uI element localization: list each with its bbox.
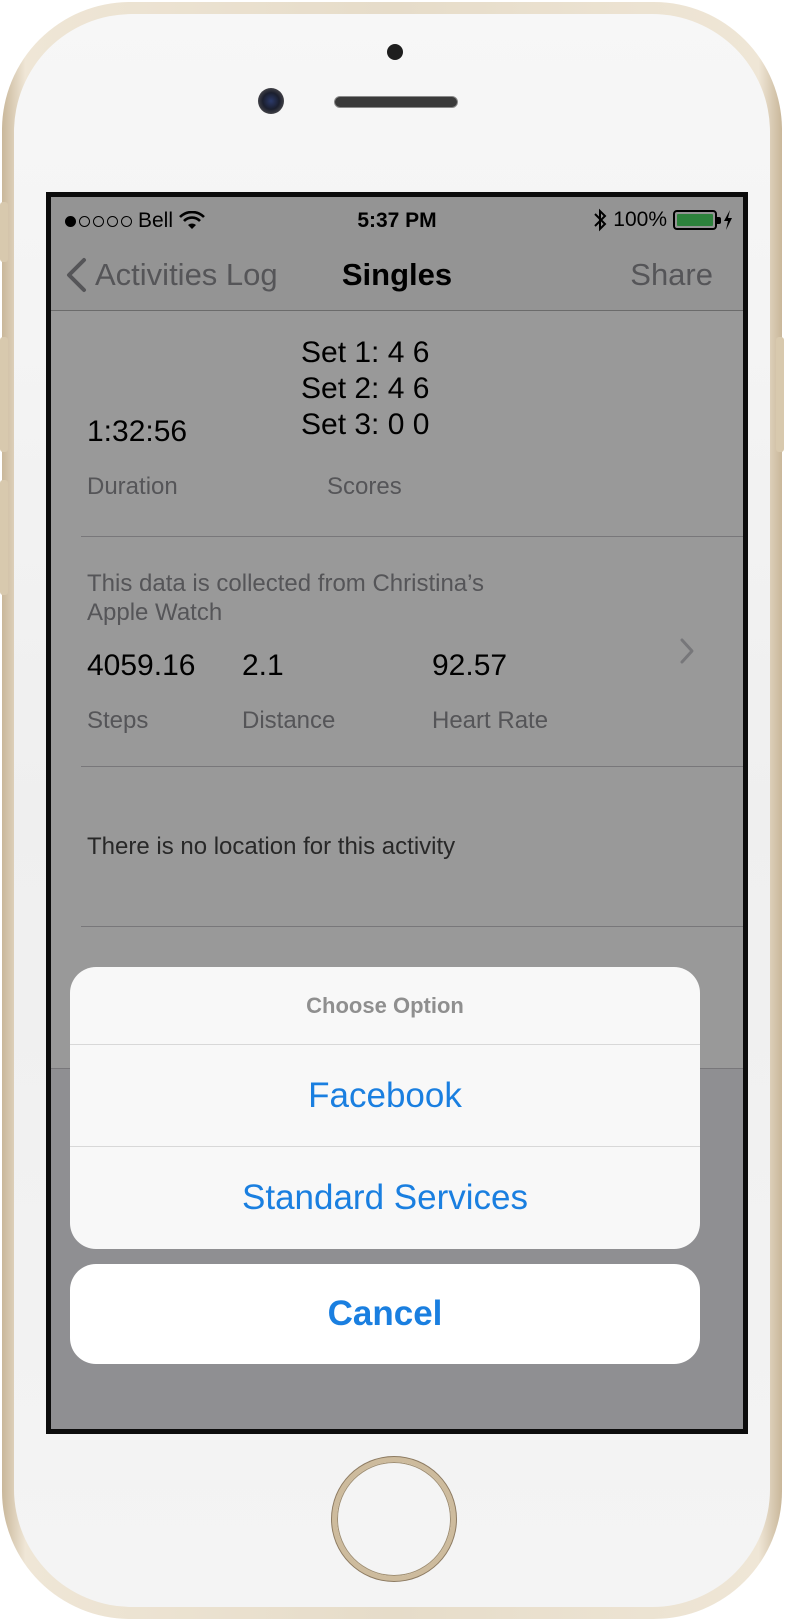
proximity-sensor bbox=[387, 44, 403, 60]
cancel-button[interactable]: Cancel bbox=[70, 1264, 700, 1364]
earpiece-speaker bbox=[334, 96, 458, 108]
screen-content: Bell 5:37 PM 100% Activities Log Singles… bbox=[51, 197, 743, 1429]
power-button bbox=[776, 337, 784, 452]
volume-up-button bbox=[0, 337, 8, 452]
home-button[interactable] bbox=[332, 1457, 456, 1581]
front-camera bbox=[258, 88, 284, 114]
facebook-option-button[interactable]: Facebook bbox=[70, 1045, 700, 1147]
volume-down-button bbox=[0, 480, 8, 595]
standard-services-option-button[interactable]: Standard Services bbox=[70, 1147, 700, 1249]
action-sheet: Choose Option Facebook Standard Services bbox=[70, 967, 700, 1249]
screen: Bell 5:37 PM 100% Activities Log Singles… bbox=[46, 192, 748, 1434]
mute-switch bbox=[0, 202, 8, 262]
action-sheet-title: Choose Option bbox=[70, 967, 700, 1045]
